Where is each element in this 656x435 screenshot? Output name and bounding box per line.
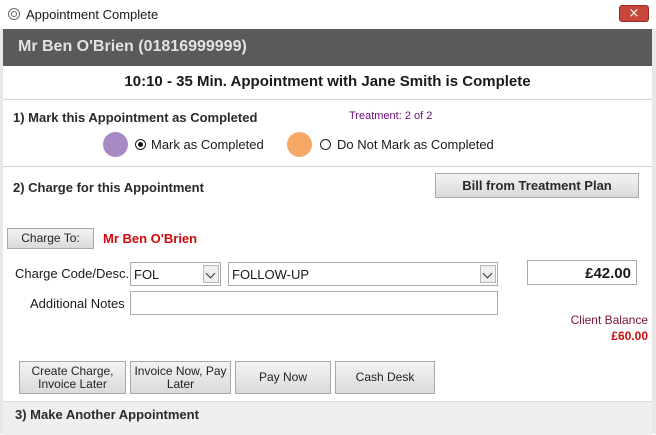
section-3-title[interactable]: 3) Make Another Appointment (15, 407, 199, 422)
charge-amount-value: £42.00 (585, 265, 631, 282)
charge-code-select[interactable]: FOL (130, 262, 221, 286)
section-1-title: 1) Mark this Appointment as Completed (13, 110, 258, 125)
mark-completed-label-text: Mark as Completed (151, 137, 264, 152)
bill-from-treatment-plan-button[interactable]: Bill from Treatment Plan (435, 173, 639, 198)
cash-desk-label: Cash Desk (355, 370, 415, 384)
window-title: Appointment Complete (26, 7, 159, 22)
invoice-now-pay-later-label: Invoice Now, Pay Later (134, 363, 227, 391)
create-charge-invoice-later-label: Create Charge, Invoice Later (31, 363, 114, 391)
charge-description-value: FOLLOW-UP (232, 267, 310, 282)
charge-to-label: Charge To: (21, 231, 80, 245)
pay-now-label: Pay Now (258, 370, 308, 384)
client-balance-label: Client Balance (570, 313, 648, 327)
do-not-mark-completed-label-text: Do Not Mark as Completed (337, 137, 494, 152)
chevron-down-icon[interactable] (480, 265, 496, 283)
divider (3, 99, 652, 100)
client-header: Mr Ben O'Brien (01816999999) (18, 38, 247, 55)
do-not-mark-completed-radio[interactable] (320, 139, 331, 150)
additional-notes-input[interactable] (130, 291, 498, 315)
do-not-mark-completed-label[interactable]: Do Not Mark as Completed (337, 137, 494, 152)
chevron-down-icon[interactable] (203, 265, 219, 283)
pay-now-button[interactable]: Pay Now (235, 361, 331, 394)
bill-from-treatment-plan-label: Bill from Treatment Plan (462, 178, 612, 193)
window-frame-right (652, 29, 656, 434)
charge-code-label: Charge Code/Desc. (15, 266, 130, 281)
cash-desk-button[interactable]: Cash Desk (335, 361, 435, 394)
charge-to-name: Mr Ben O'Brien (103, 231, 198, 246)
create-charge-invoice-later-button[interactable]: Create Charge, Invoice Later (19, 361, 126, 394)
app-icon (8, 8, 20, 20)
charge-description-select[interactable]: FOLLOW-UP (228, 262, 498, 286)
section-2-title: 2) Charge for this Appointment (13, 180, 204, 195)
charge-amount-field[interactable]: £42.00 (527, 260, 637, 285)
charge-code-value: FOL (134, 267, 160, 282)
additional-notes-label: Additional Notes (30, 296, 125, 311)
appointment-summary: 10:10 - 35 Min. Appointment with Jane Sm… (124, 73, 531, 90)
treatment-counter: Treatment: 2 of 2 (349, 110, 433, 122)
charge-to-button[interactable]: Charge To: (7, 228, 94, 249)
completed-color-swatch (103, 132, 128, 157)
not-completed-color-swatch (287, 132, 312, 157)
close-icon[interactable]: × (619, 5, 649, 22)
divider (3, 166, 652, 167)
mark-completed-label[interactable]: Mark as Completed (151, 137, 264, 152)
client-balance-value: £60.00 (611, 329, 648, 343)
invoice-now-pay-later-button[interactable]: Invoice Now, Pay Later (130, 361, 231, 394)
mark-completed-radio[interactable] (135, 139, 146, 150)
